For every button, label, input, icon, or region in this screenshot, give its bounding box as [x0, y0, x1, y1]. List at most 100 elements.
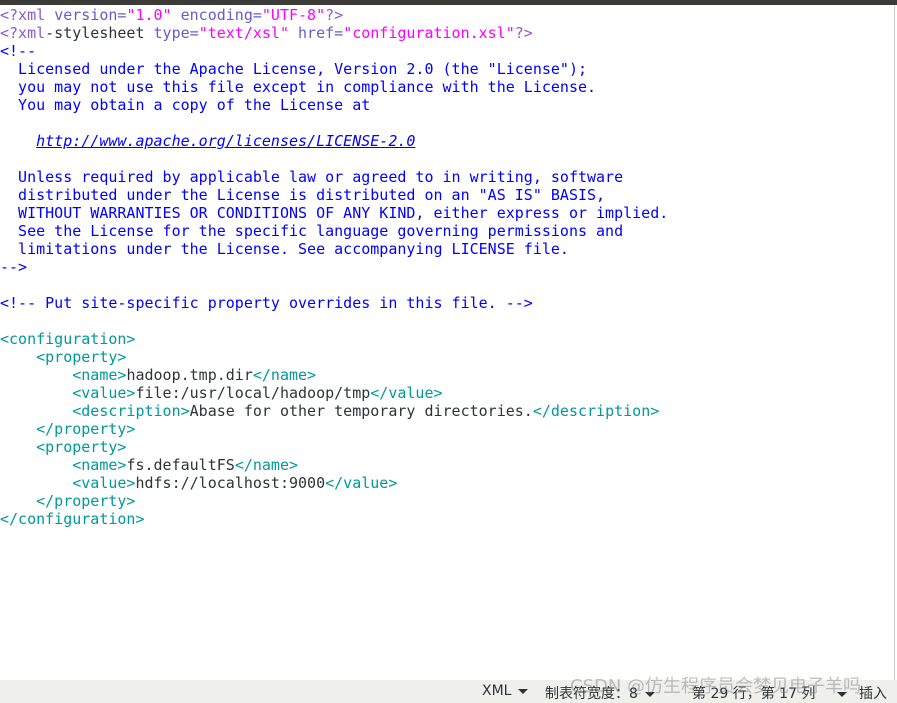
- code-line: </property>: [0, 420, 894, 438]
- code-token: hdfs://localhost:9000: [135, 474, 326, 492]
- window-top-bar: [0, 0, 897, 5]
- code-token: version=: [54, 6, 127, 24]
- tab-width-selector[interactable]: 制表符宽度：8: [545, 683, 655, 703]
- code-token: limitations under the License. See accom…: [0, 240, 569, 258]
- code-token: "configuration.xsl": [343, 24, 515, 42]
- code-token: encoding=: [180, 6, 262, 24]
- code-token: "text/xsl": [198, 24, 299, 42]
- code-line: Unless required by applicable law or agr…: [0, 168, 894, 186]
- chevron-down-icon: [644, 691, 655, 697]
- code-line: <!--: [0, 42, 894, 60]
- code-token: You may obtain a copy of the License at: [0, 96, 371, 114]
- code-token: Abase for other temporary directories.: [189, 402, 533, 420]
- code-line: See the License for the specific languag…: [0, 222, 894, 240]
- code-line: <value>hdfs://localhost:9000</value>: [0, 474, 894, 492]
- code-token: <!-- Put site-specific property override…: [0, 294, 533, 312]
- cursor-position-selector[interactable]: 第 29 行，第 17 列: [692, 683, 848, 703]
- code-token: -stylesheet: [45, 24, 154, 42]
- code-token: "1.0": [126, 6, 181, 24]
- code-token: ?>: [514, 24, 533, 42]
- code-token: distributed under the License is distrib…: [0, 186, 606, 204]
- code-line: distributed under the License is distrib…: [0, 186, 894, 204]
- code-token: </name>: [234, 456, 299, 474]
- code-line: <name>fs.defaultFS</name>: [0, 456, 894, 474]
- code-line: <name>hadoop.tmp.dir</name>: [0, 366, 894, 384]
- code-token: </property>: [36, 492, 136, 510]
- code-token: <configuration>: [0, 330, 136, 348]
- code-line: WITHOUT WARRANTIES OR CONDITIONS OF ANY …: [0, 204, 894, 222]
- code-line: http://www.apache.org/licenses/LICENSE-2…: [0, 132, 894, 150]
- code-line: </configuration>: [0, 510, 894, 528]
- code-token: <value>: [72, 474, 136, 492]
- code-token: hadoop.tmp.dir: [126, 366, 253, 384]
- code-token: href=: [298, 24, 344, 42]
- code-token: type=: [153, 24, 199, 42]
- insert-mode-indicator: 插入: [859, 683, 887, 703]
- code-line: Licensed under the Apache License, Versi…: [0, 60, 894, 78]
- code-line: <?xml version="1.0" encoding="UTF-8"?>: [0, 6, 894, 24]
- license-link[interactable]: http://www.apache.org/licenses/LICENSE-2…: [36, 132, 415, 150]
- code-token: Unless required by applicable law or agr…: [0, 168, 624, 186]
- code-line: you may not use this file except in comp…: [0, 78, 894, 96]
- code-token: Licensed under the Apache License, Versi…: [0, 60, 587, 78]
- code-token: <name>: [72, 366, 127, 384]
- code-token: <property>: [36, 348, 127, 366]
- tab-width-label: 制表符宽度：8: [545, 686, 638, 702]
- code-token: </value>: [325, 474, 398, 492]
- code-line: <!-- Put site-specific property override…: [0, 294, 894, 312]
- cursor-position-label: 第 29 行，第 17 列: [692, 686, 816, 702]
- code-line: <?xml-stylesheet type="text/xsl" href="c…: [0, 24, 894, 42]
- code-token: </value>: [370, 384, 443, 402]
- code-token: <?xml: [0, 6, 55, 24]
- code-line: </property>: [0, 492, 894, 510]
- chevron-down-icon: [837, 691, 848, 697]
- code-line: <configuration>: [0, 330, 894, 348]
- text-editor[interactable]: <?xml version="1.0" encoding="UTF-8"?> <?…: [0, 6, 894, 680]
- code-token: <!--: [0, 42, 37, 60]
- language-label: XML: [482, 683, 512, 699]
- code-token: </name>: [252, 366, 317, 384]
- code-line: limitations under the License. See accom…: [0, 240, 894, 258]
- code-line: You may obtain a copy of the License at: [0, 96, 894, 114]
- code-line: <description>Abase for other temporary d…: [0, 402, 894, 420]
- insert-mode-label: 插入: [859, 686, 887, 702]
- code-token: you may not use this file except in comp…: [0, 78, 597, 96]
- code-line: <property>: [0, 438, 894, 456]
- chevron-down-icon: [518, 688, 529, 694]
- code-line: <property>: [0, 348, 894, 366]
- code-token: file:/usr/local/hadoop/tmp: [135, 384, 371, 402]
- code-token: ?>: [325, 6, 344, 24]
- code-token: <description>: [72, 402, 190, 420]
- code-token: </configuration>: [0, 510, 145, 528]
- code-line: <value>file:/usr/local/hadoop/tmp</value…: [0, 384, 894, 402]
- code-token: <name>: [72, 456, 127, 474]
- code-token: </property>: [36, 420, 136, 438]
- code-token: <property>: [36, 438, 127, 456]
- code-token: "UTF-8": [261, 6, 326, 24]
- code-token: See the License for the specific languag…: [0, 222, 624, 240]
- code-token: -->: [0, 258, 28, 276]
- editor-right-border: [894, 5, 895, 680]
- code-token: <value>: [72, 384, 136, 402]
- code-line: -->: [0, 258, 894, 276]
- code-token: fs.defaultFS: [126, 456, 235, 474]
- language-selector[interactable]: XML: [482, 683, 529, 699]
- code-token: <?xml: [0, 24, 46, 42]
- status-bar: XML 制表符宽度：8 第 29 行，第 17 列 插入: [0, 680, 897, 703]
- code-token: WITHOUT WARRANTIES OR CONDITIONS OF ANY …: [0, 204, 669, 222]
- code-token: </description>: [532, 402, 660, 420]
